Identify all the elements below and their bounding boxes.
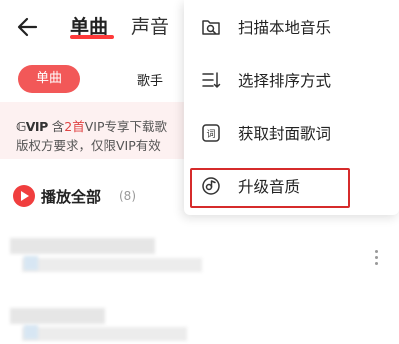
song-row-title-blur [10, 308, 105, 324]
song-row-subtitle-blur [22, 258, 202, 272]
play-all-icon[interactable] [13, 185, 35, 207]
play-all-label[interactable]: 播放全部 [41, 186, 101, 207]
song-row-title-blur [10, 238, 155, 254]
menu-item-scan-local-music[interactable]: 扫描本地音乐 [184, 3, 399, 53]
song-row-thumb-blur [24, 325, 38, 339]
menu-item-label: 获取封面歌词 [238, 125, 332, 143]
more-options-icon[interactable] [373, 250, 379, 268]
notice-text: 含 [51, 119, 65, 134]
filter-artist[interactable]: 歌手 [137, 70, 163, 89]
lyrics-icon: 词 [202, 124, 220, 142]
vip-notice-line1: 𝔾VIP 含2首VIP专享下载歌 [16, 116, 167, 135]
svg-text:词: 词 [206, 129, 215, 140]
menu-item-label: 扫描本地音乐 [238, 19, 332, 37]
song-row-subtitle-blur [22, 327, 187, 341]
back-arrow-icon[interactable] [14, 12, 44, 42]
tab-sound[interactable]: 声音 [131, 12, 169, 39]
menu-item-get-cover-lyrics[interactable]: 词 获取封面歌词 [184, 109, 399, 159]
sort-icon [202, 72, 221, 88]
filter-single-pill[interactable]: 单曲 [18, 65, 80, 93]
notice-count: 2首 [64, 119, 85, 134]
vip-logo-icon: 𝔾VIP [16, 119, 48, 134]
vip-notice-line2: 版权方要求，仅限VIP有效 [16, 138, 161, 153]
tab-active-indicator [70, 35, 114, 39]
menu-item-sort[interactable]: 选择排序方式 [184, 56, 399, 106]
song-row-thumb-blur [24, 256, 38, 270]
notice-text-suffix: VIP专享下载歌 [84, 119, 167, 134]
upgrade-quality-highlight-box [190, 168, 350, 208]
scan-local-music-icon [202, 20, 220, 35]
play-all-count: (8) [119, 189, 136, 203]
menu-item-label: 选择排序方式 [238, 72, 332, 90]
